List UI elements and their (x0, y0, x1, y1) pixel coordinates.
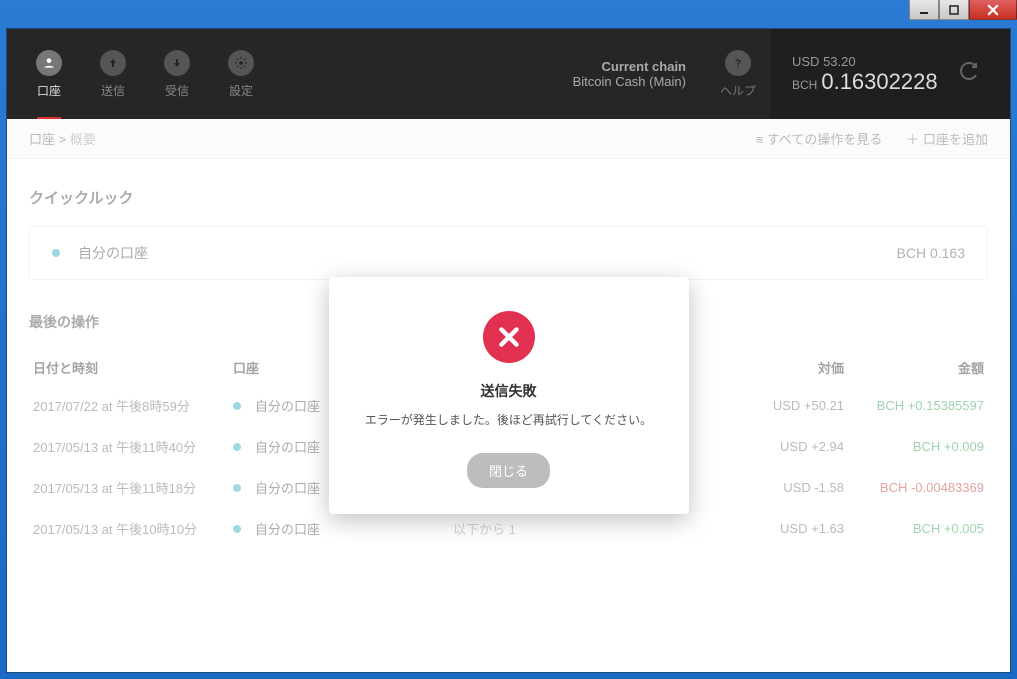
balance-usd: USD 53.20 (792, 54, 938, 69)
nav-help[interactable]: ? ヘルプ (706, 29, 770, 119)
nav-label: ヘルプ (720, 82, 756, 99)
main-nav: 口座 送信 受信 設定 (7, 29, 273, 119)
modal-message: エラーが発生しました。後ほど再試行してください。 (359, 411, 659, 430)
chain-name: Bitcoin Cash (Main) (573, 74, 686, 89)
nav-label: 口座 (37, 82, 61, 99)
nav-label: 設定 (229, 82, 253, 99)
svg-text:?: ? (735, 57, 741, 69)
app-header: 口座 送信 受信 設定 (7, 29, 1010, 119)
chain-label: Current chain (601, 59, 686, 74)
arrow-down-icon (164, 50, 190, 76)
app-root: 口座 送信 受信 設定 (6, 28, 1011, 673)
modal-title: 送信失敗 (359, 381, 659, 401)
question-icon: ? (725, 50, 751, 76)
nav-receive[interactable]: 受信 (145, 29, 209, 119)
window-titlebar (909, 0, 1017, 22)
error-modal: 送信失敗 エラーが発生しました。後ほど再試行してください。 閉じる (329, 277, 689, 513)
nav-send[interactable]: 送信 (81, 29, 145, 119)
balance-panel: USD 53.20 BCH0.16302228 (770, 29, 1010, 119)
error-icon (483, 311, 535, 363)
modal-overlay: 送信失敗 エラーが発生しました。後ほど再試行してください。 閉じる (7, 119, 1010, 672)
window-close-button[interactable] (969, 0, 1017, 20)
refresh-icon[interactable] (956, 59, 980, 89)
modal-close-button[interactable]: 閉じる (467, 453, 550, 488)
balance-bch: BCH0.16302228 (792, 69, 938, 95)
nav-settings[interactable]: 設定 (209, 29, 273, 119)
gear-icon (228, 50, 254, 76)
window-minimize-button[interactable] (909, 0, 939, 20)
nav-label: 送信 (101, 82, 125, 99)
arrow-up-icon (100, 50, 126, 76)
users-icon (36, 50, 62, 76)
window-maximize-button[interactable] (939, 0, 969, 20)
nav-account[interactable]: 口座 (17, 29, 81, 119)
window-frame: 口座 送信 受信 設定 (0, 0, 1017, 679)
nav-label: 受信 (165, 82, 189, 99)
chain-info: Current chain Bitcoin Cash (Main) (573, 29, 706, 119)
